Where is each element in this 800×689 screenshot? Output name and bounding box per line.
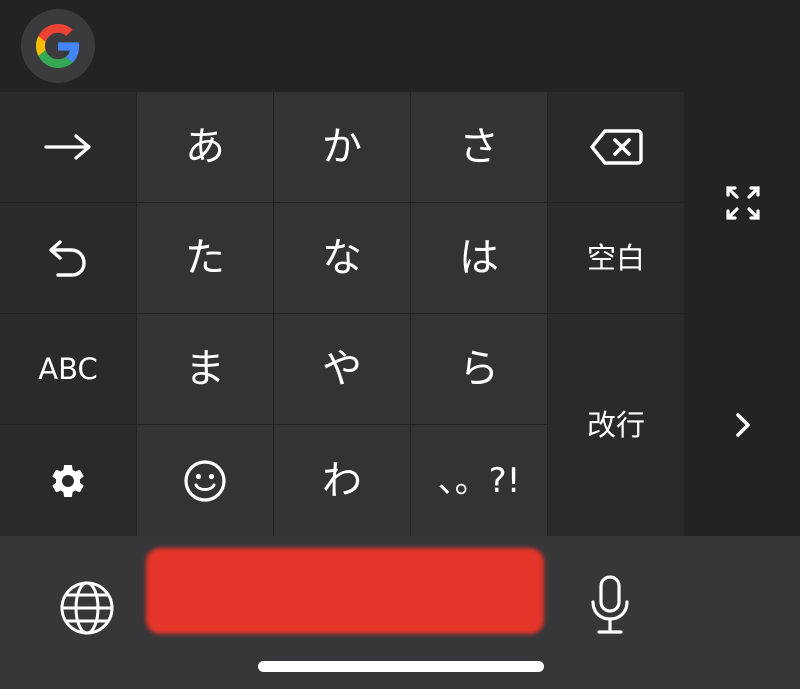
expand-key[interactable] — [685, 92, 800, 314]
backspace-icon — [590, 129, 643, 165]
undo-key[interactable] — [0, 203, 136, 313]
enter-label: 改行 — [586, 407, 645, 442]
kana-key-ka[interactable]: か — [274, 92, 410, 202]
kana-key-ya[interactable]: や — [274, 314, 410, 424]
abc-key[interactable]: ABC — [0, 314, 136, 424]
kana-key-ha[interactable]: は — [411, 203, 547, 313]
kana-key-ta[interactable]: た — [137, 203, 273, 313]
microphone-icon — [591, 575, 629, 634]
globe-icon — [60, 581, 114, 635]
language-switch-button[interactable] — [52, 576, 122, 640]
space-key[interactable]: 空白 — [548, 203, 684, 313]
redacted-area — [146, 548, 544, 634]
backspace-key[interactable] — [548, 92, 684, 202]
home-indicator[interactable] — [258, 661, 544, 672]
kana-label: や — [322, 346, 362, 392]
space-label: 空白 — [586, 240, 645, 275]
kana-key-wa[interactable]: わ — [274, 425, 410, 536]
kana-label: か — [322, 124, 362, 170]
kana-key-a[interactable]: あ — [137, 92, 273, 202]
kana-label: ら — [459, 346, 499, 392]
undo-icon — [49, 240, 86, 277]
expand-icon — [725, 186, 760, 220]
next-candidate-key[interactable] — [685, 314, 800, 536]
enter-key[interactable]: 改行 — [548, 314, 684, 536]
kana-label: あ — [185, 124, 225, 170]
voice-input-button[interactable] — [578, 570, 642, 640]
kana-label: な — [322, 235, 362, 281]
punctuation-key[interactable]: 、。?! — [411, 425, 547, 536]
kana-key-sa[interactable]: さ — [411, 92, 547, 202]
keyboard: ABC あ か さ た な は ま や ら わ 、。?! 空白 改行 — [0, 92, 800, 536]
kana-label: た — [185, 235, 225, 281]
kana-label: は — [459, 235, 499, 281]
emoji-key[interactable] — [137, 425, 273, 536]
smiley-icon — [184, 459, 226, 502]
kana-label: わ — [322, 457, 362, 504]
kana-key-ma[interactable]: ま — [137, 314, 273, 424]
settings-key[interactable] — [0, 425, 136, 536]
arrow-right-icon — [44, 134, 91, 160]
suggestion-bar — [0, 0, 800, 92]
google-button[interactable] — [21, 9, 95, 83]
kana-label: ま — [185, 346, 225, 392]
kana-key-na[interactable]: な — [274, 203, 410, 313]
gear-icon — [52, 464, 84, 497]
kana-label: さ — [459, 124, 499, 170]
chevron-right-icon — [735, 413, 750, 437]
kana-key-ra[interactable]: ら — [411, 314, 547, 424]
next-key[interactable] — [0, 92, 136, 202]
google-g-icon — [36, 24, 80, 68]
abc-label: ABC — [38, 351, 98, 386]
punctuation-label: 、。?! — [437, 460, 521, 501]
